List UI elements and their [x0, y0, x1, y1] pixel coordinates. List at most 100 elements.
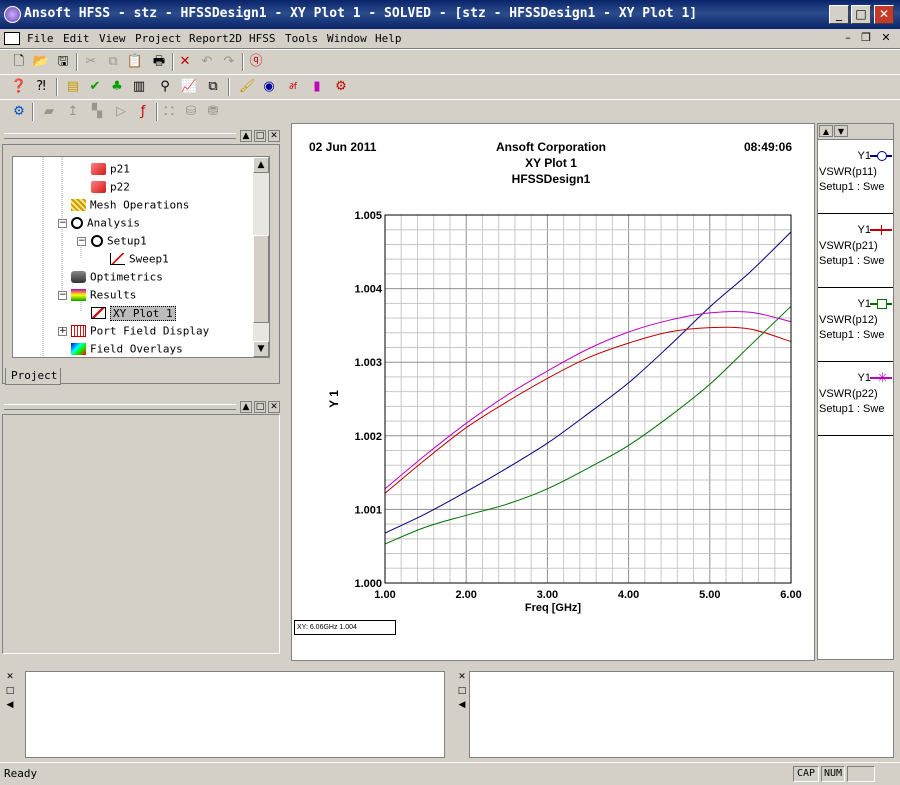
function-icon[interactable]: ƒ	[134, 103, 152, 121]
whats-this-icon[interactable]: ⁈	[32, 78, 50, 96]
minimize-button[interactable]: _	[829, 5, 849, 24]
context-help-icon[interactable]: ❓	[10, 78, 28, 96]
draw-arrow-icon[interactable]: ↥	[64, 103, 82, 121]
hfss-toolbar: ❓ ⁈ ▤ ✔ ♣ ▥ ⚲ 📈 ⧉ 🖌 ◉ ∂f ▮ ⚙	[0, 74, 900, 99]
pane-maximize-button[interactable]: □	[254, 130, 266, 142]
pane-maximize-button[interactable]: □	[254, 401, 266, 413]
pane-left-button[interactable]: ◀	[5, 699, 15, 711]
histogram-icon[interactable]: ▮	[308, 78, 326, 96]
menu-report2d[interactable]: Report2D	[189, 32, 242, 45]
legend-entry[interactable]: Y1 ✳ VSWR(p22) Setup1 : Swe	[818, 362, 893, 436]
close-button[interactable]: ✕	[874, 5, 894, 24]
copy-image-icon[interactable]: ⧉	[204, 78, 222, 96]
tree-item-mesh-operations[interactable]: Mesh Operations	[71, 196, 189, 213]
legend-scroll-up-button[interactable]: ▲	[819, 125, 833, 137]
tree-item-p21[interactable]: p21	[91, 160, 130, 177]
field-plot-icon[interactable]: ⚲	[156, 78, 174, 96]
tree-scrollbar[interactable]: ▲ ▼	[253, 157, 269, 357]
tab-project[interactable]: Project	[5, 368, 61, 385]
document-icon[interactable]	[4, 32, 20, 45]
solution-data-icon[interactable]: ▥	[130, 78, 148, 96]
menu-file[interactable]: File	[27, 32, 54, 45]
help-q-icon[interactable]: ⓠ	[247, 53, 265, 71]
tree-item-xy-plot-1[interactable]: XY Plot 1	[91, 304, 176, 321]
draw-shape-icon[interactable]: ▚	[88, 103, 106, 121]
expander-port-field-display[interactable]: +	[58, 327, 67, 336]
target-icon[interactable]: ◉	[260, 78, 278, 96]
print-icon[interactable]: 🖶	[150, 53, 168, 71]
tree-item-results[interactable]: Results	[71, 286, 136, 303]
tree-item-analysis[interactable]: Analysis	[71, 214, 140, 231]
stack-icon[interactable]: ⛁	[182, 103, 200, 121]
draw-line-icon[interactable]: ▰	[40, 103, 58, 121]
menu-hfss[interactable]: HFSS	[249, 32, 276, 45]
analyze-icon[interactable]: ✔	[86, 78, 104, 96]
stack2-icon[interactable]: ⛃	[204, 103, 222, 121]
tree-label: Field Overlays	[90, 342, 183, 356]
validate-icon[interactable]: ▤	[64, 78, 82, 96]
tree-item-p22[interactable]: p22	[91, 178, 130, 195]
menu-help[interactable]: Help	[375, 32, 402, 45]
menu-view[interactable]: View	[99, 32, 126, 45]
mdi-restore-button[interactable]: ❐	[858, 31, 874, 45]
undo-icon[interactable]: ↶	[198, 53, 216, 71]
brush-icon[interactable]: 🖌	[238, 78, 256, 96]
pane-up-button[interactable]: ▲	[240, 401, 252, 413]
ansoft-app-icon[interactable]	[4, 6, 21, 23]
menu-tools[interactable]: Tools	[285, 32, 318, 45]
legend-entry[interactable]: Y1 VSWR(p11) Setup1 : Swe	[818, 140, 893, 214]
optimetrics-run-icon[interactable]: ⚙	[10, 103, 28, 121]
save-icon[interactable]: 🖫	[54, 53, 72, 71]
pane-close-button[interactable]: ✕	[5, 671, 15, 683]
menu-project[interactable]: Project	[135, 32, 181, 45]
copy-icon[interactable]: ⧉	[104, 53, 122, 71]
legend-name: VSWR(p22)	[819, 388, 878, 400]
tree-item-field-overlays[interactable]: Field Overlays	[71, 340, 183, 357]
scroll-down-button[interactable]: ▼	[253, 341, 269, 357]
derivative-icon[interactable]: ∂f	[284, 78, 302, 96]
legend-entry[interactable]: Y1 VSWR(p21) Setup1 : Swe	[818, 214, 893, 288]
pane-grip[interactable]	[4, 133, 236, 139]
expander-analysis[interactable]: −	[58, 219, 67, 228]
new-file-icon[interactable]: 🗋	[10, 53, 28, 71]
create-report-icon[interactable]: 📈	[180, 78, 198, 96]
solve-icon[interactable]: ♣	[108, 78, 126, 96]
tree-label: p22	[110, 180, 130, 194]
plot-window[interactable]: 02 Jun 2011 Ansoft Corporation XY Plot 1…	[291, 123, 815, 661]
tree-item-port-field-display[interactable]: Port Field Display	[71, 322, 209, 339]
mdi-close-button[interactable]: ✕	[878, 31, 894, 45]
pane-close-button[interactable]: ✕	[268, 401, 280, 413]
progress-area[interactable]	[469, 671, 894, 758]
pane-close-button[interactable]: ✕	[268, 130, 280, 142]
pane-maximize-button[interactable]: □	[457, 685, 467, 697]
pane-up-button[interactable]: ▲	[240, 130, 252, 142]
delete-icon[interactable]: ✕	[176, 53, 194, 71]
tree-item-sweep1[interactable]: Sweep1	[110, 250, 169, 267]
legend-entry[interactable]: Y1 VSWR(p12) Setup1 : Swe	[818, 288, 893, 362]
legend-scroll-down-button[interactable]: ▼	[834, 125, 848, 137]
play-icon[interactable]: ▷	[112, 103, 130, 121]
cut-icon[interactable]: ✂	[82, 53, 100, 71]
expander-results[interactable]: −	[58, 291, 67, 300]
paste-icon[interactable]: 📋	[126, 53, 144, 71]
legend-name: VSWR(p21)	[819, 240, 878, 252]
menu-window[interactable]: Window	[327, 32, 367, 45]
tree-item-optimetrics[interactable]: Optimetrics	[71, 268, 163, 285]
pane-grip[interactable]	[4, 404, 236, 410]
pane-left-button[interactable]: ◀	[457, 699, 467, 711]
mdi-minimize-button[interactable]: –	[840, 31, 856, 45]
menu-edit[interactable]: Edit	[63, 32, 90, 45]
xy-plot-chart[interactable]: 02 Jun 2011 Ansoft Corporation XY Plot 1…	[292, 124, 816, 614]
tree-item-setup1[interactable]: Setup1	[91, 232, 147, 249]
open-folder-icon[interactable]: 📂	[32, 53, 50, 71]
scroll-up-button[interactable]: ▲	[253, 157, 269, 173]
redo-icon[interactable]: ↷	[220, 53, 238, 71]
message-area[interactable]	[25, 671, 445, 758]
scroll-thumb[interactable]	[253, 235, 269, 323]
expander-setup1[interactable]: −	[77, 237, 86, 246]
tuning-icon[interactable]: ⚙	[332, 78, 350, 96]
pane-maximize-button[interactable]: □	[5, 685, 15, 697]
layer-icon[interactable]: ⛚	[160, 103, 178, 121]
pane-close-button[interactable]: ✕	[457, 671, 467, 683]
maximize-button[interactable]: □	[851, 5, 871, 24]
